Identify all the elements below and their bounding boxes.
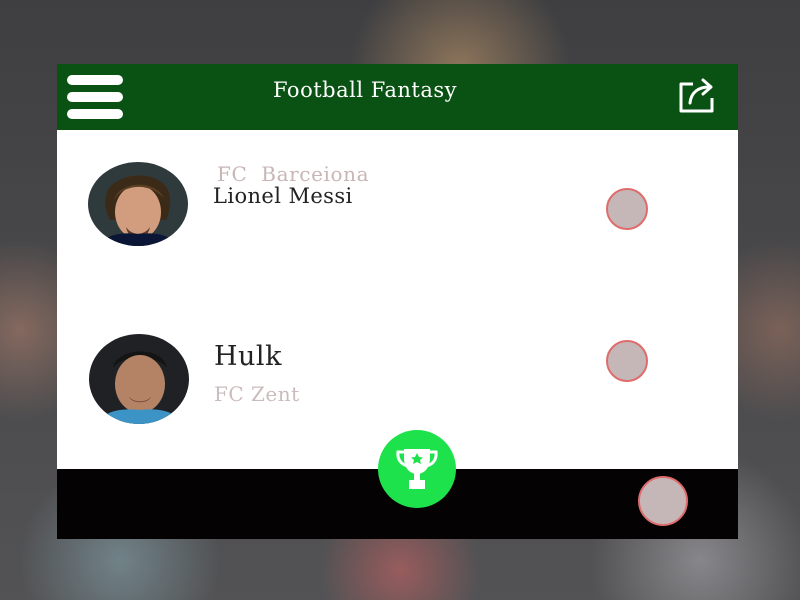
player-name: Lionel Messi [213, 184, 353, 208]
player-club: FC Zent [214, 382, 300, 406]
radio-icon[interactable] [638, 476, 688, 526]
select-radio-messi[interactable] [606, 188, 648, 230]
player-row-hulk[interactable]: Hulk FC Zent [57, 64, 738, 424]
trophy-button[interactable] [378, 430, 456, 508]
select-radio-hulk[interactable] [606, 340, 648, 382]
player-avatar-messi [88, 162, 188, 246]
app-window: Football Fantasy FC Barceiona Lionel Mes… [57, 64, 738, 539]
player-avatar-hulk [89, 334, 189, 424]
player-name: Hulk [214, 341, 282, 372]
